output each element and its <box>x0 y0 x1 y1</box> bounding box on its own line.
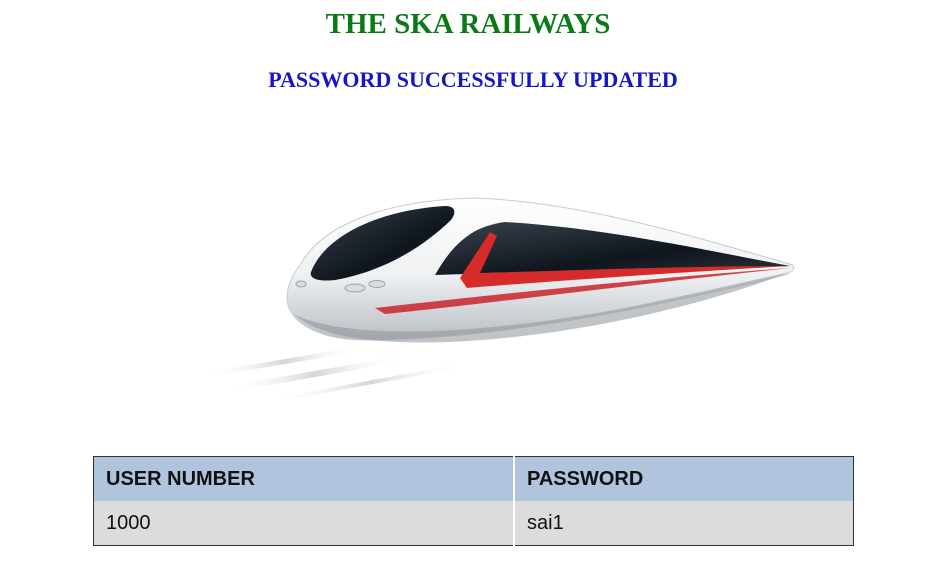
user-number-cell: 1000 <box>93 501 514 546</box>
site-title: THE SKA RAILWAYS <box>325 8 611 40</box>
table-header-row: USER NUMBER PASSWORD <box>93 456 854 501</box>
column-header-user-number: USER NUMBER <box>93 456 514 501</box>
column-header-password: PASSWORD <box>513 456 854 501</box>
user-password-table: USER NUMBER PASSWORD 1000 sai1 <box>93 456 854 546</box>
train-image <box>205 197 795 402</box>
password-updated-message: PASSWORD SUCCESSFULLY UPDATED <box>268 67 678 92</box>
password-cell: sai1 <box>513 501 854 546</box>
table-row: 1000 sai1 <box>93 501 854 546</box>
